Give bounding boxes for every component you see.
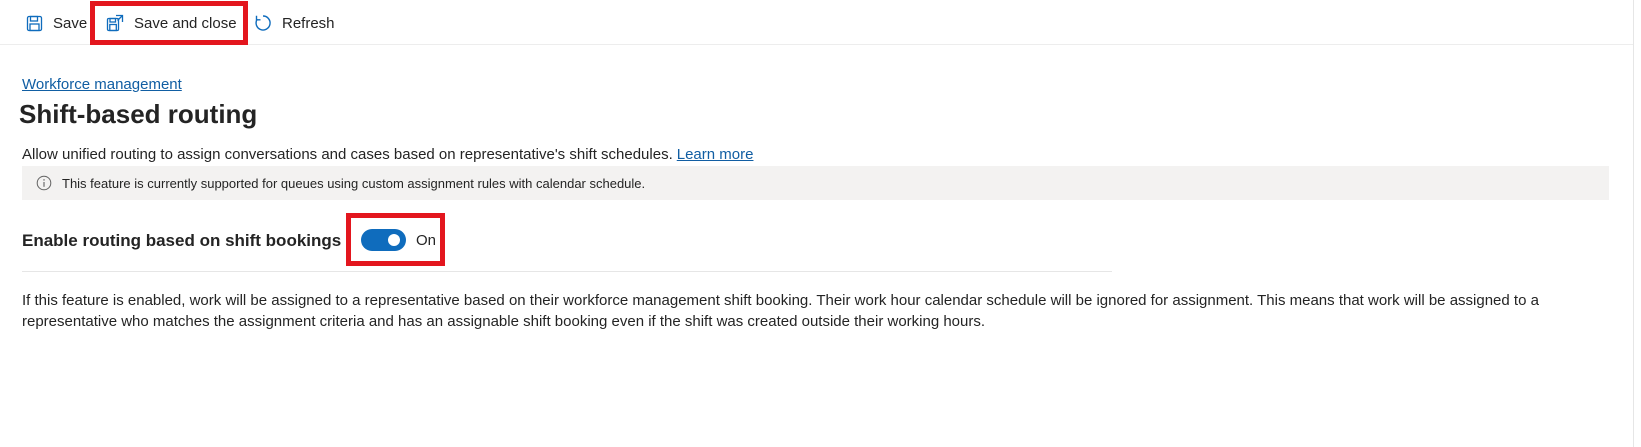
save-label: Save	[53, 14, 88, 32]
feature-explanation: If this feature is enabled, work will be…	[22, 292, 1539, 330]
page-description: Allow unified routing to assign conversa…	[22, 146, 753, 163]
info-icon	[36, 175, 52, 191]
info-message-bar: This feature is currently supported for …	[22, 166, 1609, 200]
highlight-box-save-and-close	[90, 1, 248, 45]
save-button[interactable]: Save	[26, 6, 87, 40]
divider	[22, 271, 1112, 272]
learn-more-link[interactable]: Learn more	[677, 146, 754, 163]
refresh-label: Refresh	[282, 14, 335, 32]
scrollbar-track	[1633, 0, 1634, 447]
setting-label: Enable routing based on shift bookings	[22, 231, 342, 250]
page: Save Save and close Refresh Workforce ma…	[0, 0, 1641, 447]
breadcrumb-workforce-management[interactable]: Workforce management	[22, 76, 182, 93]
description-text: Allow unified routing to assign conversa…	[22, 146, 673, 163]
page-title: Shift-based routing	[19, 99, 258, 129]
setting-row: Enable routing based on shift bookings	[22, 224, 341, 258]
save-icon	[26, 15, 43, 32]
highlight-box-toggle	[346, 213, 445, 266]
refresh-icon	[254, 14, 272, 32]
refresh-button[interactable]: Refresh	[254, 6, 335, 40]
info-message-text: This feature is currently supported for …	[62, 175, 646, 191]
